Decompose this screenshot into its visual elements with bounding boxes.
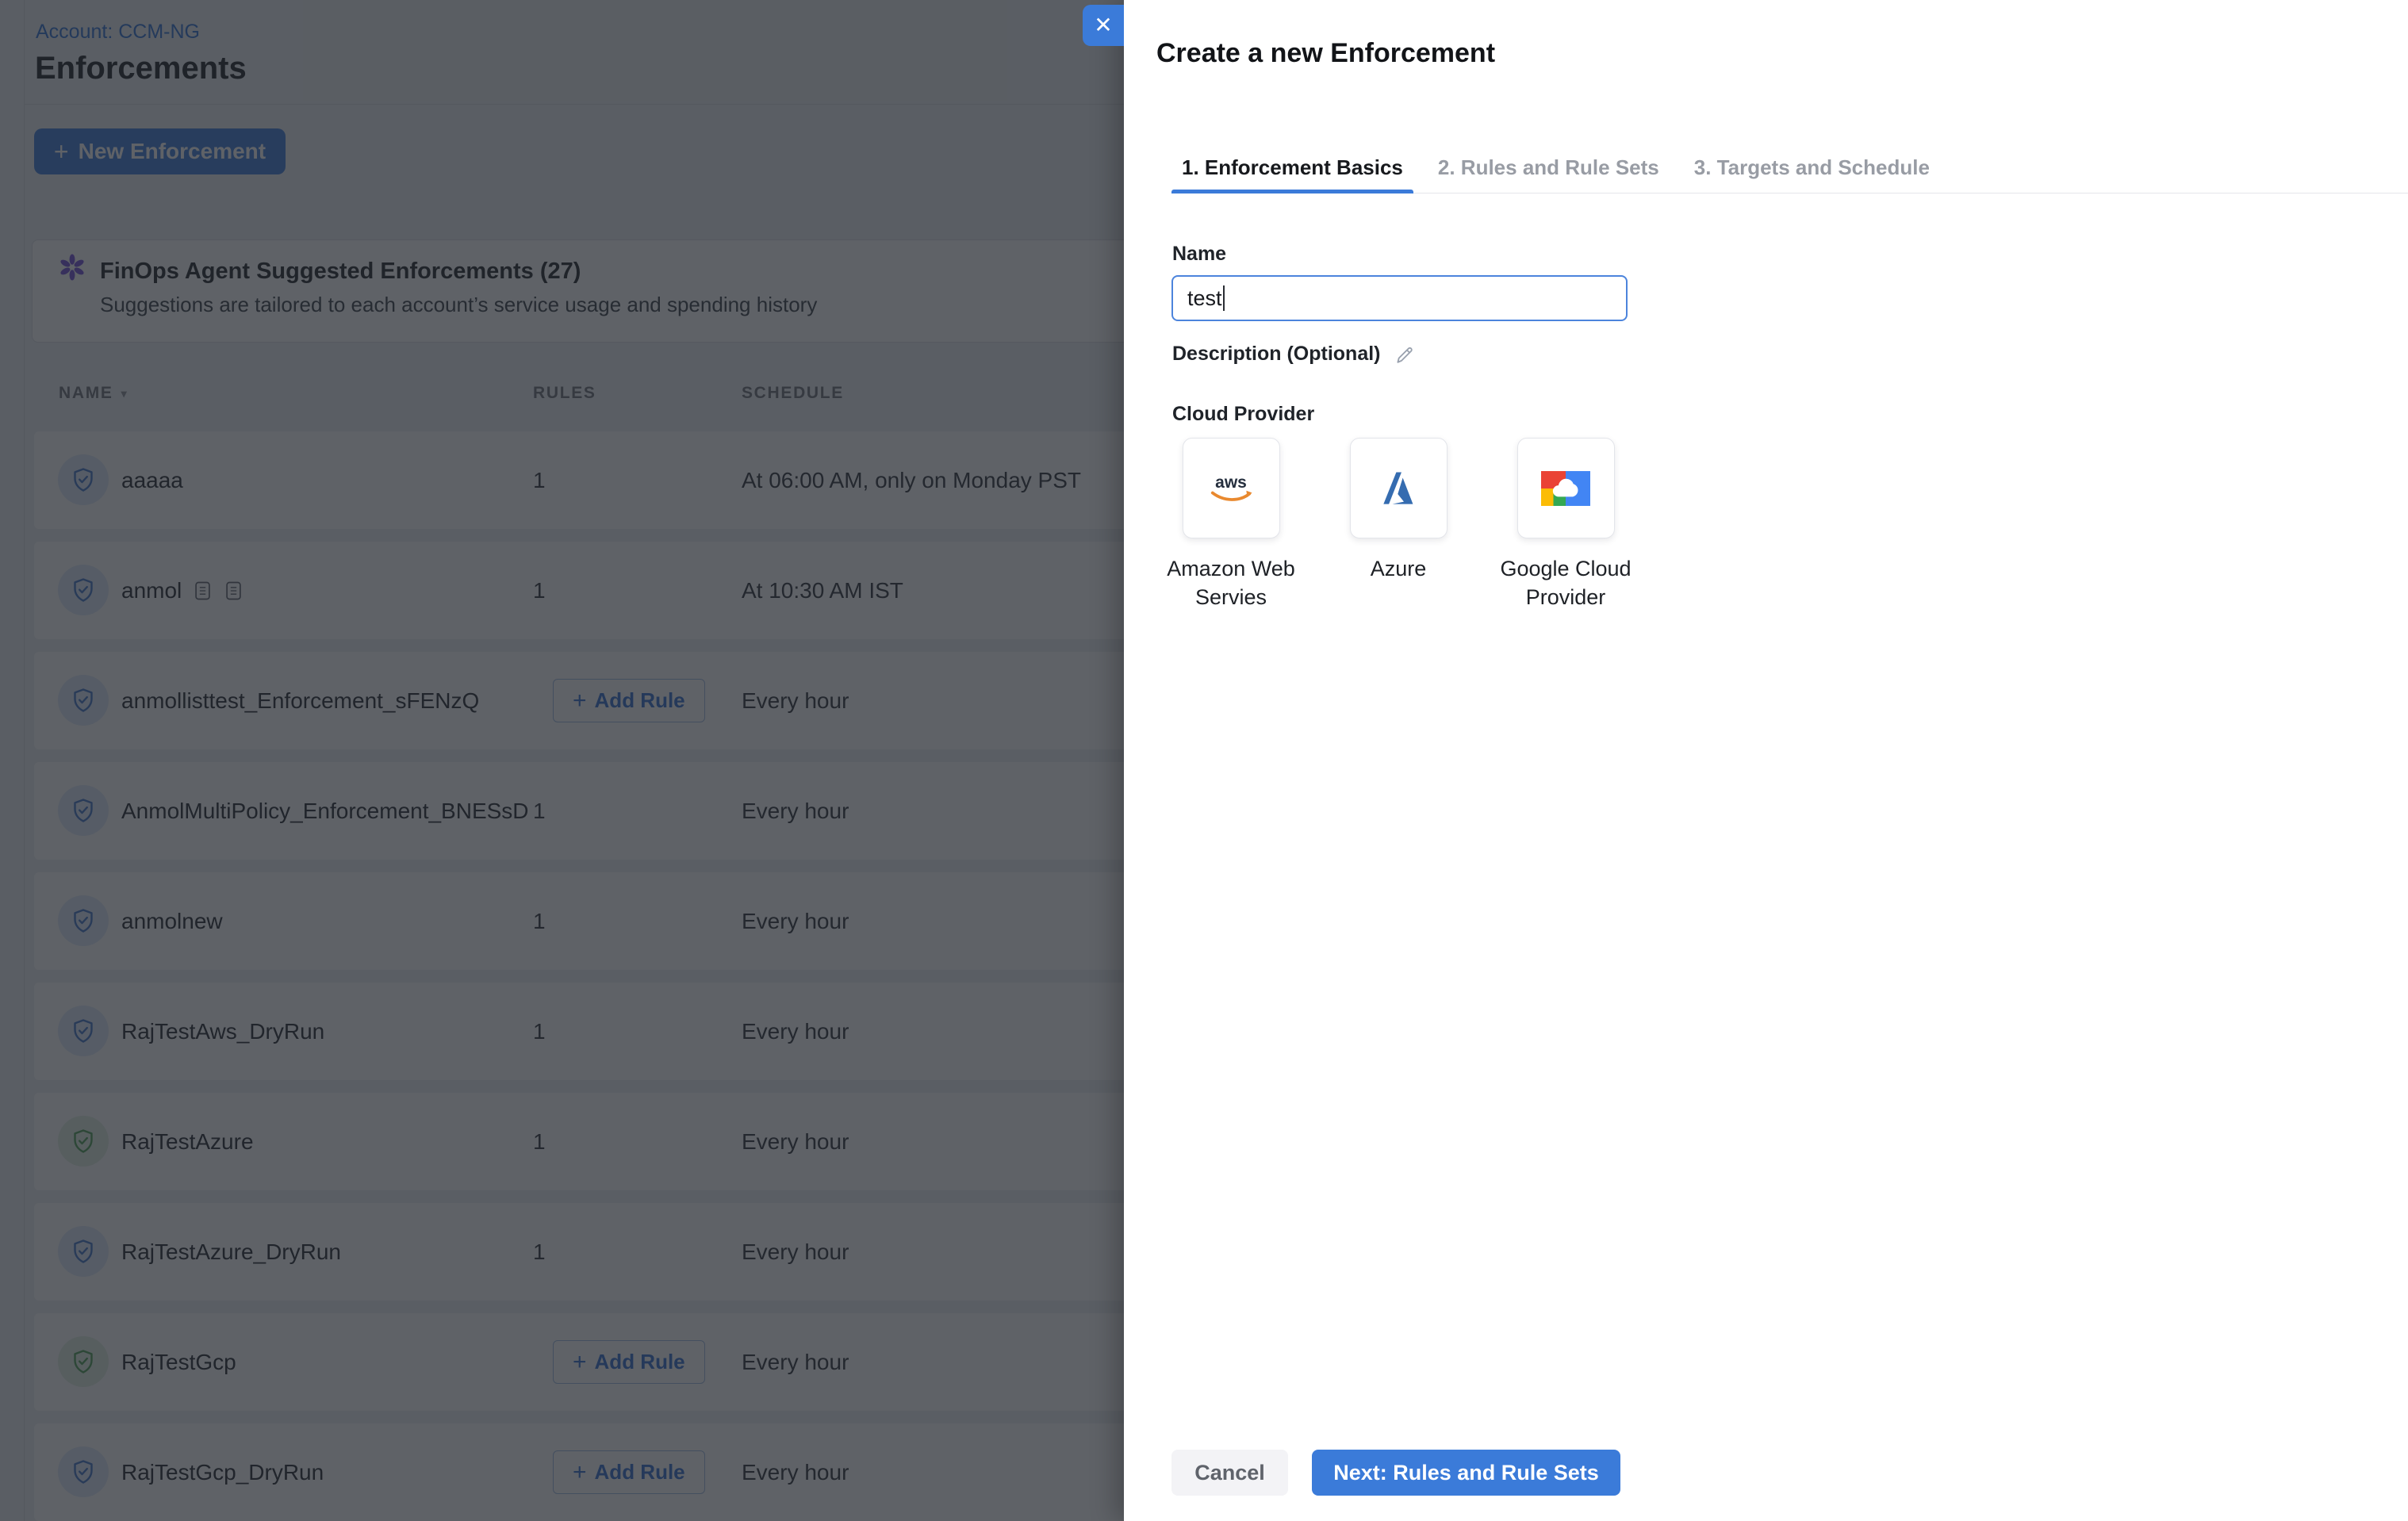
create-enforcement-drawer: ✕ Create a new Enforcement 1. Enforcemen… [1124, 0, 2408, 1521]
wizard-tab[interactable]: 1. Enforcement Basics [1171, 148, 1413, 193]
wizard-tab[interactable]: 2. Rules and Rule Sets [1428, 148, 1670, 193]
edit-description-icon[interactable] [1394, 344, 1414, 365]
cancel-button[interactable]: Cancel [1171, 1450, 1288, 1496]
description-label: Description (Optional) [1172, 343, 1381, 366]
cloud-provider-options: aws [1156, 438, 1641, 611]
close-button[interactable]: ✕ [1083, 5, 1124, 46]
gcp-logo-icon [1541, 471, 1590, 506]
cloud-provider-name: Amazon Web Servies [1156, 554, 1306, 611]
name-input[interactable]: test [1171, 275, 1628, 321]
wizard-tabs: 1. Enforcement Basics 2. Rules and Rule … [1171, 148, 2408, 193]
cloud-provider-option[interactable]: aws [1490, 438, 1641, 611]
cloud-provider-option[interactable]: aws [1156, 438, 1306, 611]
cloud-provider-card: aws [1183, 438, 1280, 538]
cloud-provider-label: Cloud Provider [1172, 403, 1314, 426]
azure-logo-icon [1376, 466, 1421, 511]
cloud-provider-card: aws [1517, 438, 1615, 538]
name-label: Name [1172, 243, 1226, 266]
text-caret [1223, 285, 1225, 311]
drawer-title: Create a new Enforcement [1156, 38, 1495, 69]
cloud-provider-option[interactable]: aws [1323, 438, 1474, 611]
wizard-tab[interactable]: 3. Targets and Schedule [1684, 148, 1940, 193]
cloud-provider-card: aws [1350, 438, 1447, 538]
next-button[interactable]: Next: Rules and Rule Sets [1312, 1450, 1620, 1496]
aws-logo-icon: aws [1206, 470, 1256, 507]
cloud-provider-name: Azure [1371, 554, 1427, 583]
cloud-provider-name: Google Cloud Provider [1490, 554, 1641, 611]
name-value: test [1187, 286, 1222, 311]
svg-text:aws: aws [1215, 473, 1247, 491]
description-label-row: Description (Optional) [1172, 343, 1414, 366]
enforcements-page: Account: CCM-NG Enforcements + New Enfor… [0, 0, 2408, 1521]
